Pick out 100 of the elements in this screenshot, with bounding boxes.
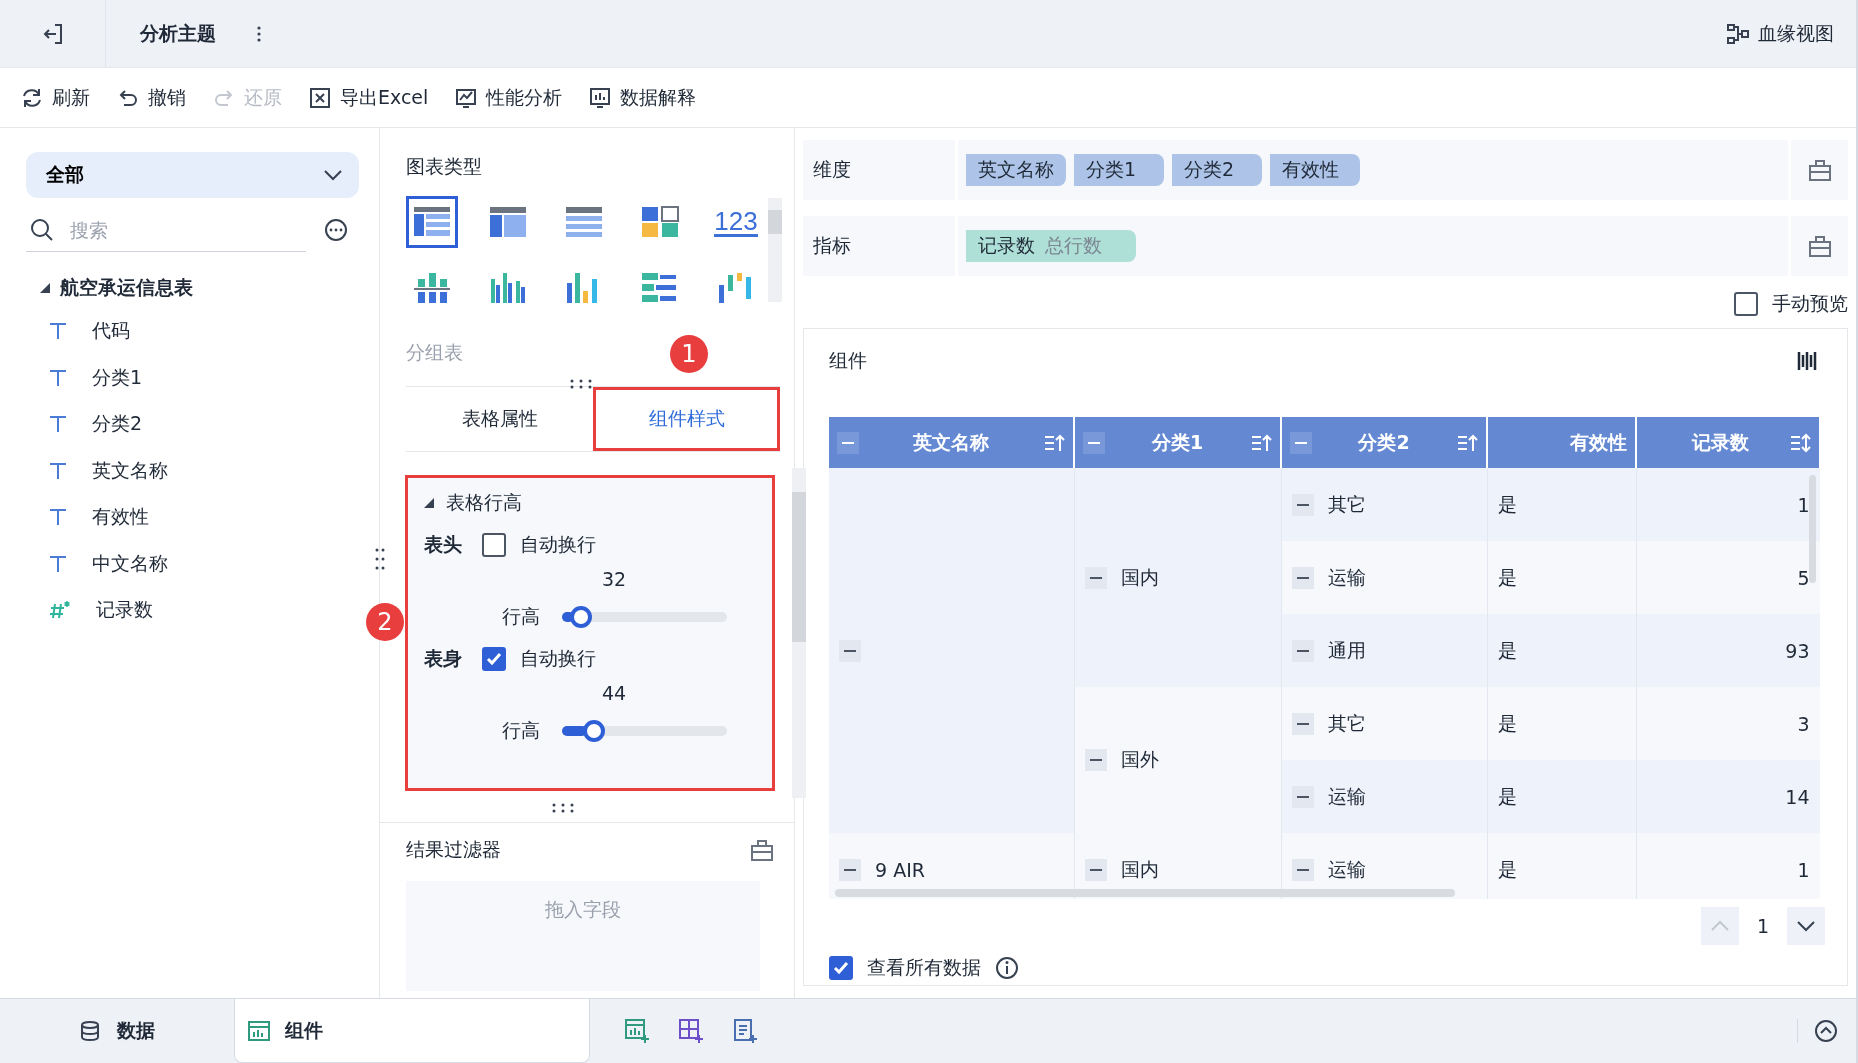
toolbar-button[interactable]: 撤销 (116, 84, 186, 111)
sort-icon[interactable] (1789, 432, 1811, 453)
sort-icon[interactable] (1456, 432, 1478, 453)
sort-icon[interactable] (1043, 432, 1065, 453)
search-field[interactable]: 搜索 (68, 217, 268, 242)
collapse-icon[interactable] (839, 639, 861, 662)
scrollbar[interactable] (792, 468, 806, 798)
collapse-icon[interactable] (1291, 785, 1314, 808)
field-item[interactable]: 中文名称 (92, 550, 168, 577)
field-item[interactable]: 记录数 (96, 597, 153, 624)
lineage-icon (1726, 22, 1750, 45)
clear-icon[interactable] (1807, 234, 1832, 258)
checkbox-label: 自动换行 (520, 532, 596, 557)
field-item[interactable]: 有效性 (92, 504, 149, 531)
field-tag[interactable]: 英文名称 (966, 154, 1066, 186)
table-name[interactable]: 航空承运信息表 (60, 275, 193, 301)
bottom-tab[interactable]: 数据 (0, 999, 234, 1063)
collapse-up-icon[interactable] (1814, 1019, 1838, 1043)
search-icon (30, 217, 54, 242)
scope-dropdown[interactable]: 全部 (26, 152, 359, 198)
check-icon (833, 961, 849, 975)
card-title: 组件 (829, 348, 867, 373)
expand-triangle-icon[interactable] (40, 283, 50, 293)
cell-text: 国内 (1120, 564, 1159, 590)
settings-tab[interactable]: 表格属性 (406, 387, 593, 451)
checkbox[interactable] (1734, 292, 1758, 316)
collapse-icon[interactable] (1291, 493, 1314, 516)
drag-handle-icon[interactable] (570, 379, 592, 389)
drag-handle-icon[interactable] (375, 548, 385, 570)
scrollbar[interactable] (835, 889, 1455, 897)
field-item[interactable]: 英文名称 (92, 457, 168, 484)
collapse-icon[interactable] (1291, 566, 1314, 589)
add-chart-icon[interactable] (624, 1018, 650, 1044)
expand-triangle-icon[interactable] (424, 498, 434, 508)
toolbar-button[interactable]: 导出Excel (308, 84, 429, 111)
slider-value: 32 (600, 568, 628, 590)
slider-label: 行高 (502, 718, 540, 743)
row-height-slider[interactable] (562, 720, 727, 742)
checkbox[interactable] (829, 956, 853, 980)
field-tag[interactable]: 分类2 (1172, 154, 1262, 186)
toolbar-button[interactable]: 数据解释 (588, 84, 697, 111)
checkbox[interactable] (482, 533, 506, 557)
drag-handle-icon[interactable] (552, 803, 574, 813)
add-report-icon[interactable] (732, 1018, 758, 1044)
lineage-button[interactable]: 血缘视图 (1726, 20, 1834, 47)
collapse-icon[interactable] (1290, 431, 1312, 454)
checkbox-label: 查看所有数据 (867, 955, 981, 980)
section-title: 结果过滤器 (406, 837, 501, 862)
checkbox[interactable] (482, 647, 506, 671)
aggregation-label: 总行数 (1045, 233, 1102, 258)
scrollbar[interactable] (768, 198, 782, 302)
more-icon[interactable] (256, 25, 262, 42)
collapse-icon[interactable] (1083, 431, 1105, 454)
section-title: 图表类型 (406, 154, 483, 179)
sort-icon[interactable] (1250, 432, 1272, 453)
field-tag[interactable]: 有效性 (1270, 154, 1360, 186)
collapse-icon[interactable] (1084, 858, 1107, 881)
next-page-button[interactable] (1787, 907, 1825, 945)
chevron-down-icon (1796, 920, 1816, 932)
page-number: 1 (1756, 915, 1769, 937)
slider-value: 44 (600, 682, 628, 704)
collapse-icon[interactable] (1291, 712, 1314, 735)
row-height-slider[interactable] (562, 606, 727, 628)
setting-label: 表身 (424, 646, 462, 671)
collapse-icon[interactable] (1291, 639, 1314, 662)
field-item[interactable]: 分类1 (92, 364, 143, 391)
cell-text: 国外 (1120, 747, 1159, 772)
bottom-tab[interactable]: 组件 (234, 999, 590, 1063)
column-title: 分类2 (1358, 429, 1410, 455)
collapse-icon[interactable] (837, 431, 859, 454)
toolbar-button[interactable]: 刷新 (20, 84, 90, 111)
clear-icon[interactable] (1807, 158, 1832, 182)
field-tag[interactable]: 分类1 (1074, 154, 1164, 186)
chart-type-button[interactable] (406, 196, 458, 248)
more-options-icon[interactable] (324, 218, 348, 242)
section-title: 表格行高 (446, 490, 522, 515)
cell-text: 是 (1497, 491, 1517, 517)
field-tag[interactable]: 记录数 总行数 (966, 230, 1136, 262)
collapse-icon[interactable] (1291, 858, 1314, 881)
field-item[interactable]: 代码 (92, 318, 130, 345)
settings-tab[interactable]: 组件样式 (593, 387, 780, 451)
add-layout-icon[interactable] (678, 1018, 704, 1044)
field-item[interactable]: 分类2 (92, 411, 143, 438)
cell-text: 14 (1785, 785, 1810, 808)
clear-icon[interactable] (750, 838, 774, 862)
text-field-icon (48, 460, 68, 481)
collapse-icon[interactable] (839, 858, 861, 881)
collapse-icon[interactable] (1084, 566, 1107, 589)
info-icon[interactable] (995, 956, 1019, 980)
chevron-down-icon (323, 169, 343, 181)
chevron-up-icon (1709, 920, 1730, 932)
columns-icon[interactable] (1797, 350, 1817, 372)
toolbar-button[interactable]: 性能分析 (454, 84, 563, 111)
text-field-icon (48, 414, 68, 435)
setting-label: 表头 (424, 532, 462, 557)
cell-text: 通用 (1327, 637, 1366, 663)
collapse-icon[interactable] (1084, 749, 1107, 771)
chart-type-button[interactable]: 123 (710, 196, 762, 248)
checkbox-label: 自动换行 (520, 646, 596, 671)
scrollbar[interactable] (1809, 475, 1816, 583)
